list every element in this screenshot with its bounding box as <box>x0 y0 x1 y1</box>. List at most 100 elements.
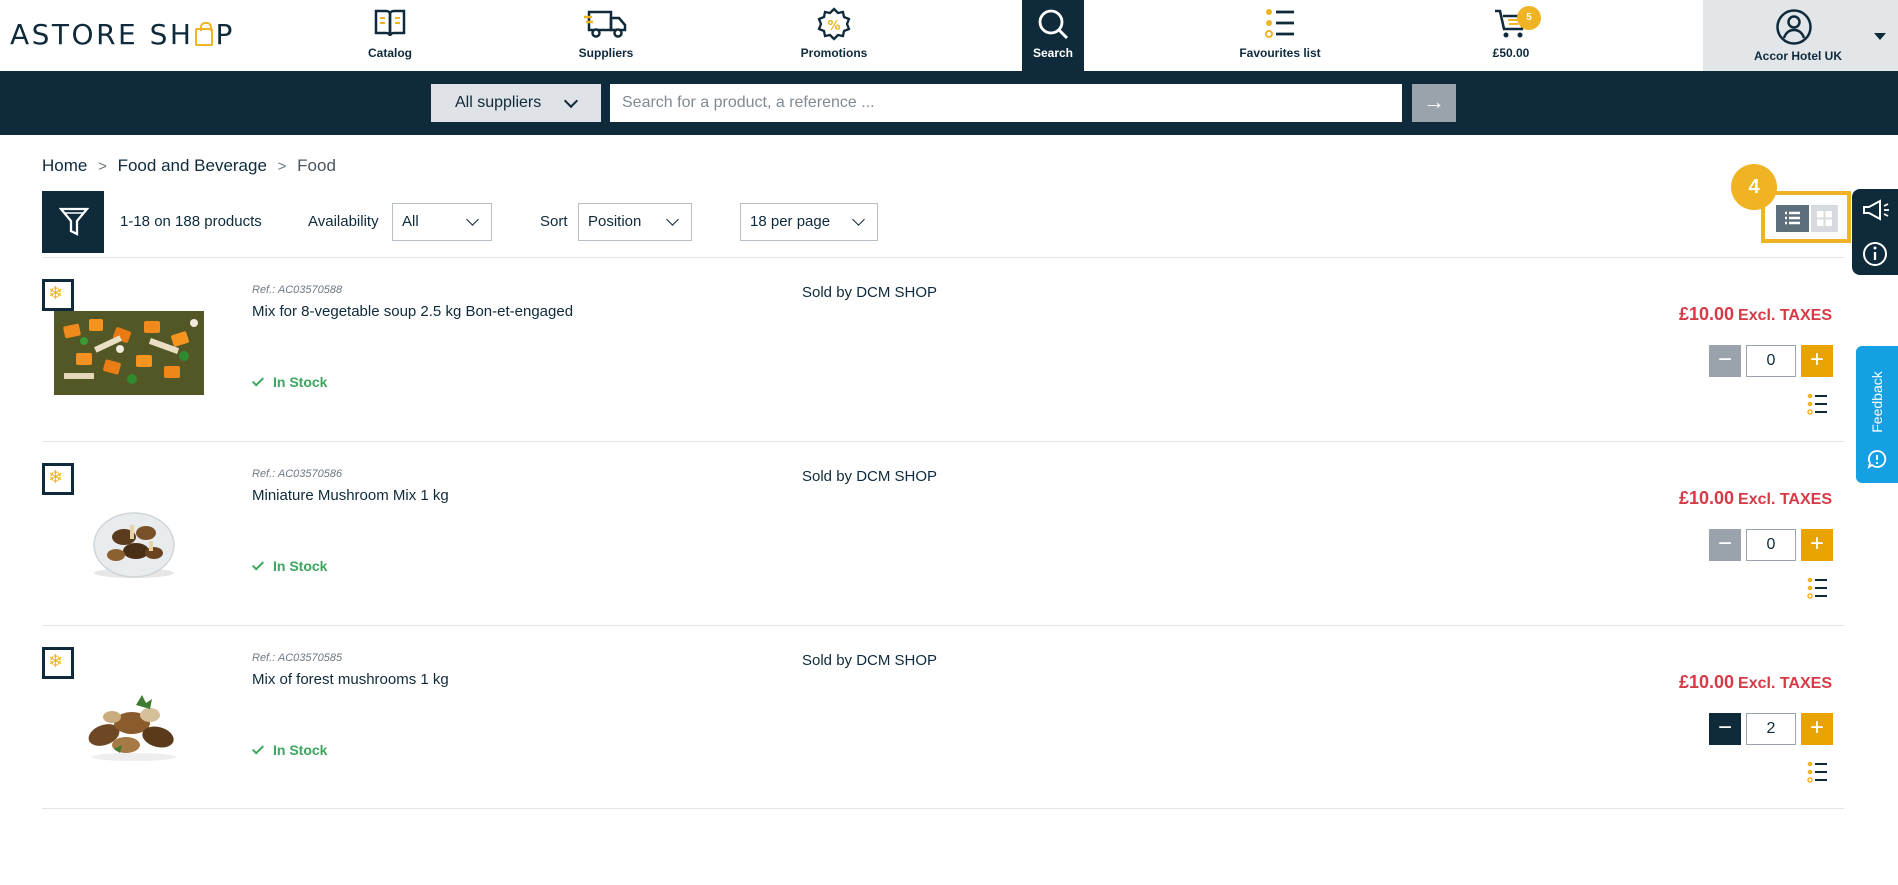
feedback-label: Feedback <box>1869 371 1885 433</box>
product-price: £10.00 Excl. TAXES <box>1678 488 1832 508</box>
list-view-button[interactable] <box>1776 205 1809 232</box>
stock-status: In Stock <box>251 558 327 574</box>
supplier-filter-dropdown[interactable]: All suppliers <box>431 84 601 122</box>
astore-shop-logo[interactable]: ASTORE SH P <box>10 18 235 51</box>
add-to-favourites-list-icon[interactable] <box>1807 761 1829 783</box>
breadcrumb: Home > Food and Beverage > Food <box>42 156 336 176</box>
quantity-input[interactable]: 2 <box>1746 713 1796 745</box>
shopping-bag-icon <box>195 22 214 46</box>
feedback-tab[interactable]: Feedback <box>1856 346 1898 483</box>
step-badge: 4 <box>1731 164 1777 210</box>
product-name[interactable]: Mix for 8-vegetable soup 2.5 kg Bon-et-e… <box>252 303 573 320</box>
product-image-vegetable-soup-mix[interactable] <box>54 311 204 395</box>
quantity-stepper: − 0 + <box>1709 345 1833 377</box>
product-row: ❄ Ref.: AC03570588 Mix for 8-vegetable s… <box>42 258 1844 440</box>
favourites-list-icon <box>1265 9 1294 38</box>
stock-status: In Stock <box>251 742 327 758</box>
breadcrumb-current: Food <box>297 156 336 175</box>
product-reference: Ref.: AC03570586 <box>252 468 343 480</box>
product-name[interactable]: Mix of forest mushrooms 1 kg <box>252 671 449 688</box>
caret-down-icon[interactable] <box>1874 33 1886 40</box>
product-price: £10.00 Excl. TAXES <box>1678 304 1832 324</box>
breadcrumb-home[interactable]: Home <box>42 156 87 175</box>
nav-catalog-label: Catalog <box>367 46 412 60</box>
view-mode-toggle <box>1761 191 1851 243</box>
product-name[interactable]: Miniature Mushroom Mix 1 kg <box>252 487 449 504</box>
cart-count-badge: 5 <box>1517 6 1541 30</box>
checkmark-icon <box>251 374 265 387</box>
increase-quantity-button[interactable]: + <box>1801 345 1833 377</box>
search-input[interactable] <box>610 84 1402 122</box>
availability-value: All <box>402 213 419 230</box>
nav-catalog[interactable]: Catalog <box>325 0 455 71</box>
seller-name: Sold by DCM SHOP <box>802 652 938 669</box>
sort-dropdown[interactable]: Position <box>578 203 692 241</box>
checkmark-icon <box>251 558 265 571</box>
user-avatar-icon <box>1776 9 1812 45</box>
decrease-quantity-button[interactable]: − <box>1709 529 1741 561</box>
snowflake-icon: ❄ <box>42 279 74 311</box>
product-image-forest-mushrooms[interactable] <box>54 679 204 763</box>
product-image-mushroom-mix[interactable] <box>54 495 204 579</box>
info-icon[interactable] <box>1861 240 1889 268</box>
sort-label: Sort <box>540 213 568 230</box>
sort-value: Position <box>588 213 642 230</box>
cart-total: £50.00 <box>1492 46 1530 60</box>
nav-promotions[interactable]: % Promotions <box>769 0 899 71</box>
breadcrumb-separator: > <box>277 158 287 175</box>
breadcrumb-separator: > <box>98 158 107 175</box>
decrease-quantity-button[interactable]: − <box>1709 713 1741 745</box>
truck-icon <box>584 10 627 38</box>
supplier-filter-value: All suppliers <box>455 94 542 111</box>
availability-label: Availability <box>308 213 379 230</box>
account-name: Accor Hotel UK <box>1753 49 1842 63</box>
funnel-icon <box>59 207 89 236</box>
chevron-down-icon <box>852 213 865 226</box>
nav-favourites[interactable]: Favourites list <box>1215 0 1345 71</box>
snowflake-icon: ❄ <box>42 647 74 679</box>
product-price: £10.00 Excl. TAXES <box>1678 672 1832 692</box>
account-menu[interactable]: Accor Hotel UK <box>1703 0 1898 71</box>
stock-status: In Stock <box>251 374 327 390</box>
quantity-input[interactable]: 0 <box>1746 345 1796 377</box>
feedback-chat-icon <box>1867 450 1887 469</box>
book-icon <box>374 9 406 37</box>
nav-promotions-label: Promotions <box>800 46 868 60</box>
chevron-down-icon <box>466 213 479 226</box>
search-bar: All suppliers → <box>0 71 1898 135</box>
add-to-favourites-list-icon[interactable] <box>1807 393 1829 415</box>
nav-suppliers-label: Suppliers <box>578 46 634 60</box>
decrease-quantity-button[interactable]: − <box>1709 345 1741 377</box>
search-icon <box>1038 9 1069 40</box>
chevron-down-icon <box>666 213 679 226</box>
nav-cart[interactable]: 5 £50.00 <box>1446 0 1576 71</box>
product-row: ❄ Ref.: AC03570586 Miniature Mushroom Mi… <box>42 442 1844 624</box>
per-page-value: 18 per page <box>750 213 831 230</box>
product-row: ❄ Ref.: AC03570585 Mix of forest mushroo… <box>42 626 1844 808</box>
search-submit-button[interactable]: → <box>1412 84 1456 122</box>
nav-search[interactable]: Search <box>1022 0 1084 71</box>
increase-quantity-button[interactable]: + <box>1801 713 1833 745</box>
breadcrumb-category[interactable]: Food and Beverage <box>118 156 267 175</box>
per-page-dropdown[interactable]: 18 per page <box>740 203 878 241</box>
side-tools-panel <box>1852 189 1898 275</box>
seller-name: Sold by DCM SHOP <box>802 468 938 485</box>
filter-button[interactable] <box>42 191 104 253</box>
grid-view-icon <box>1817 211 1832 226</box>
quantity-input[interactable]: 0 <box>1746 529 1796 561</box>
chevron-down-icon <box>563 93 579 109</box>
quantity-stepper: − 2 + <box>1709 713 1833 745</box>
list-view-icon <box>1785 211 1800 225</box>
product-reference: Ref.: AC03570585 <box>252 652 343 664</box>
checkmark-icon <box>251 742 265 755</box>
megaphone-icon[interactable] <box>1861 198 1891 222</box>
add-to-favourites-list-icon[interactable] <box>1807 577 1829 599</box>
nav-suppliers[interactable]: Suppliers <box>541 0 671 71</box>
nav-search-label: Search <box>1032 46 1074 60</box>
grid-view-button[interactable] <box>1811 205 1838 232</box>
promotion-badge-icon: % <box>817 7 851 41</box>
svg-text:%: % <box>827 19 840 34</box>
nav-favourites-label: Favourites list <box>1239 46 1321 60</box>
increase-quantity-button[interactable]: + <box>1801 529 1833 561</box>
availability-dropdown[interactable]: All <box>392 203 492 241</box>
